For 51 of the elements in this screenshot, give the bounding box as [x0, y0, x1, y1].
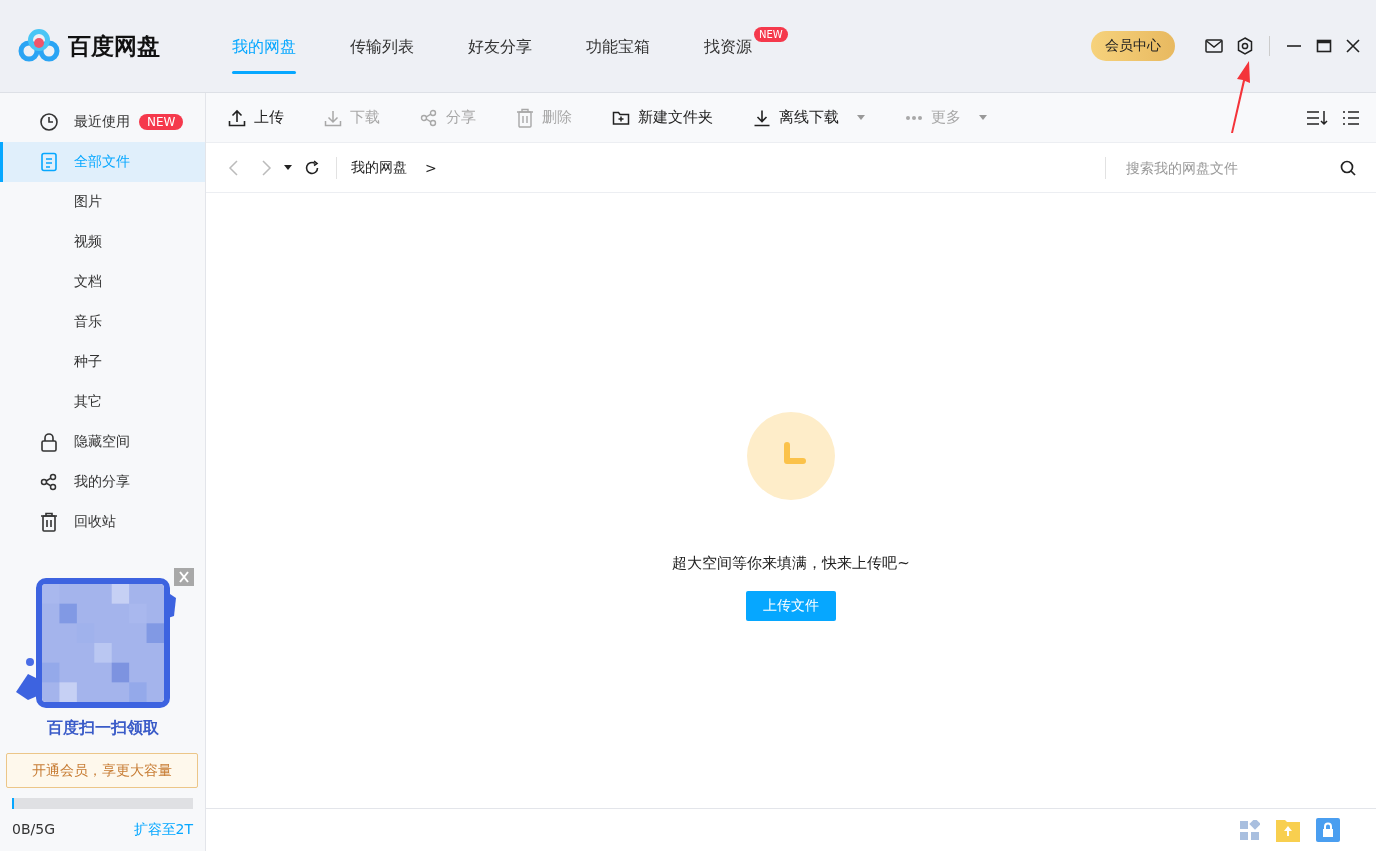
lock-icon[interactable] — [1316, 818, 1340, 842]
close-icon[interactable] — [1346, 39, 1360, 53]
toolbar-button[interactable]: 上传 — [228, 108, 284, 127]
share-icon — [420, 108, 438, 127]
download-icon — [753, 108, 771, 127]
document-icon — [39, 152, 58, 172]
sidebar-item[interactable]: 图片 — [0, 182, 205, 222]
sidebar-item[interactable]: 种子 — [0, 342, 205, 382]
empty-message: 超大空间等你来填满，快来上传吧~ — [672, 554, 910, 573]
more-icon — [905, 114, 923, 121]
tab[interactable]: 好友分享 — [468, 0, 532, 93]
lock-icon — [39, 432, 58, 452]
breadcrumb-link[interactable]: 我的网盘 — [351, 158, 407, 177]
promo-text: 百度扫一扫领取 — [45, 718, 160, 739]
sidebar-item[interactable]: 最近使用 NEW — [0, 102, 205, 142]
download-icon — [324, 108, 342, 127]
new-badge: NEW — [139, 114, 184, 130]
sort-icon[interactable] — [1306, 109, 1328, 126]
sidebar-item[interactable]: 我的分享 — [0, 462, 205, 502]
clock-icon — [38, 112, 59, 132]
sidebar-item[interactable]: 回收站 — [0, 502, 205, 542]
sidebar-item[interactable]: 文档 — [0, 262, 205, 302]
settings-icon[interactable] — [1237, 37, 1253, 55]
share-icon — [39, 473, 58, 491]
sidebar-item[interactable]: 音乐 — [0, 302, 205, 342]
vip-center-button[interactable]: 会员中心 — [1091, 31, 1175, 61]
upload-icon — [228, 108, 246, 127]
mail-icon[interactable] — [1205, 39, 1223, 53]
caret-icon[interactable] — [284, 165, 292, 170]
trash-icon — [39, 512, 58, 532]
tab[interactable]: 功能宝箱 — [586, 0, 650, 93]
search-field[interactable]: 搜索我的网盘文件 — [1120, 159, 1326, 176]
storage-usage: 0B/5G — [12, 821, 55, 839]
sidebar-item[interactable]: 隐藏空间 — [0, 422, 205, 462]
toolbar-button[interactable]: 离线下载 — [753, 108, 865, 127]
tab[interactable]: 找资源 — [704, 0, 752, 93]
app-name: 百度网盘 — [68, 31, 160, 61]
maximize-icon[interactable] — [1316, 39, 1332, 53]
folder-plus-icon — [612, 109, 630, 126]
list-view-icon[interactable] — [1342, 109, 1360, 126]
toolbar-button[interactable]: 新建文件夹 — [612, 108, 713, 127]
search-icon[interactable] — [1340, 159, 1356, 176]
new-badge: NEW — [754, 26, 788, 42]
clock-icon — [747, 412, 835, 500]
breadcrumb-separator: > — [425, 159, 437, 176]
trash-icon — [516, 107, 534, 128]
sidebar-item[interactable]: 视频 — [0, 222, 205, 262]
logo-icon — [18, 29, 60, 63]
tab[interactable]: 传输列表 — [350, 0, 414, 93]
refresh-icon[interactable] — [304, 159, 320, 176]
sidebar-item[interactable]: 其它 — [0, 382, 205, 422]
